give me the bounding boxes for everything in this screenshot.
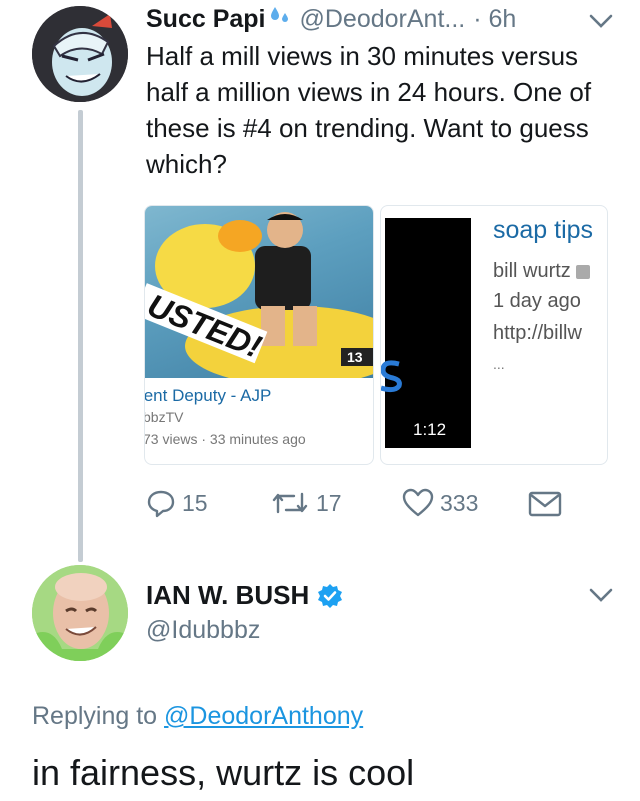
video-thumbnail: USTED! 13 bbox=[145, 206, 373, 378]
replying-prefix: Replying to bbox=[32, 702, 158, 730]
video-title[interactable]: soap tips bbox=[493, 216, 593, 245]
avatar-photo-image bbox=[32, 565, 128, 661]
tweet-text: Half a mill views in 30 minutes versus h… bbox=[146, 41, 592, 179]
tweet-header: Succ Papi @DeodorAnt... · 6h bbox=[146, 4, 626, 34]
thumbnail-logo-icon bbox=[381, 360, 402, 393]
timestamp[interactable]: · 6h bbox=[473, 5, 516, 34]
avatar[interactable] bbox=[32, 6, 128, 102]
upload-date: 1 day ago bbox=[493, 290, 581, 312]
thumbnail-badge: 13 bbox=[347, 349, 363, 365]
video-title[interactable]: tent Deputy - AJP bbox=[145, 386, 271, 406]
retweet-button[interactable]: 17 bbox=[270, 488, 342, 518]
more-text: ... bbox=[493, 356, 505, 372]
retweet-count: 17 bbox=[316, 489, 342, 516]
chevron-down-icon[interactable] bbox=[588, 586, 614, 609]
display-name[interactable]: IAN W. BUSH bbox=[146, 580, 309, 611]
channel-name: bbzTV bbox=[144, 409, 184, 425]
user-handle[interactable]: @DeodorAnt... bbox=[300, 5, 466, 34]
verified-badge-icon bbox=[317, 583, 343, 609]
reply-count: 15 bbox=[182, 489, 208, 516]
direct-message-button[interactable] bbox=[528, 490, 568, 518]
video-card[interactable]: 1:12 soap tips bill wurtz 1 day ago http… bbox=[380, 205, 608, 465]
video-duration: 1:12 bbox=[413, 420, 447, 439]
video-meta: 73 views · 33 minutes ago bbox=[144, 431, 306, 447]
verified-channel-icon bbox=[576, 264, 591, 279]
thread-connector-line bbox=[78, 110, 83, 562]
avatar[interactable] bbox=[32, 565, 128, 661]
video-url[interactable]: http://billw bbox=[493, 322, 582, 345]
sweat-droplets-icon bbox=[268, 4, 292, 35]
retweet-icon bbox=[272, 492, 308, 514]
like-count: 333 bbox=[440, 489, 479, 516]
user-handle[interactable]: @Idubbbz bbox=[146, 616, 260, 645]
channel-name: bill wurtz bbox=[493, 260, 591, 283]
reply-button[interactable]: 15 bbox=[146, 488, 208, 518]
chevron-down-icon[interactable] bbox=[588, 12, 614, 35]
video-thumbnail: 1:12 bbox=[381, 218, 471, 448]
channel-name-text: bill wurtz bbox=[493, 260, 571, 282]
avatar-cartoon-image bbox=[32, 6, 128, 102]
replying-to-link[interactable]: @DeodorAnthony bbox=[164, 702, 363, 730]
video-card[interactable]: USTED! 13 tent Deputy - AJP bbzTV 73 vie… bbox=[144, 205, 374, 465]
reply-icon bbox=[147, 490, 175, 518]
like-button[interactable]: 333 bbox=[402, 488, 478, 518]
heart-icon bbox=[402, 488, 434, 517]
tweet-header: IAN W. BUSH bbox=[146, 580, 343, 611]
display-name[interactable]: Succ Papi bbox=[146, 5, 266, 34]
envelope-icon bbox=[528, 491, 562, 517]
tweet-text: in fairness, wurtz is cool bbox=[32, 752, 415, 793]
replying-to-line: Replying to @DeodorAnthony bbox=[32, 702, 363, 731]
